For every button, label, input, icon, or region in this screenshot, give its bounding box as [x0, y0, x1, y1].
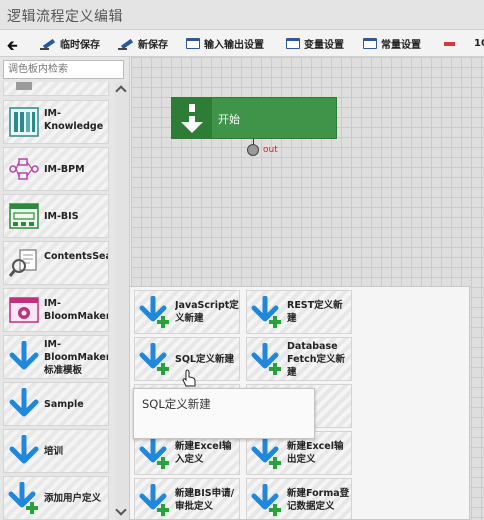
- palette-item-add-user-def[interactable]: 添加用户定义: [3, 476, 109, 520]
- tooltip: SQL定义新建: [133, 388, 315, 439]
- palette-item-im-bloommaker[interactable]: IM-BloomMaker: [3, 288, 109, 332]
- zoom-button[interactable]: 10: [474, 35, 484, 52]
- down-arrow-plus-icon: [251, 437, 281, 469]
- zoom-label: 10: [474, 38, 484, 49]
- template-label: 新建Excel输入定义: [175, 441, 232, 465]
- template-label: JavaScript定义新建: [175, 300, 239, 324]
- io-settings-label: 输入输出设置: [204, 40, 264, 51]
- template-forma[interactable]: 新建Forma登记数据定义: [246, 478, 352, 519]
- template-label: 新建BIS申请/审批定义: [175, 488, 235, 512]
- template-label: SQL定义新建: [175, 354, 234, 365]
- palette-sidebar: IM-Knowledge IM-BPM IM-BIS Conte: [0, 57, 130, 520]
- new-save-button[interactable]: 新保存: [118, 35, 168, 52]
- title-bar: 逻辑流程定义编辑: [0, 0, 484, 30]
- hand-cursor-icon: [182, 369, 196, 387]
- template-label: 新建Forma登记数据定义: [287, 488, 350, 512]
- down-arrow-icon: [9, 435, 39, 464]
- template-bis-request[interactable]: 新建BIS申请/审批定义: [134, 478, 240, 519]
- var-settings-label: 变量设置: [304, 40, 344, 51]
- out-port-label: out: [263, 145, 278, 155]
- down-arrow-plus-icon: [139, 437, 169, 469]
- down-arrow-icon: [9, 341, 39, 370]
- down-arrow-plus-icon: [139, 484, 169, 516]
- template-javascript[interactable]: JavaScript定义新建: [134, 290, 240, 334]
- book-icon: [9, 107, 39, 137]
- window-icon: [186, 38, 200, 49]
- palette-item-label: Sample: [44, 399, 84, 410]
- palette-item-partial[interactable]: [3, 82, 109, 96]
- search-doc-icon: [8, 249, 37, 277]
- template-database-fetch[interactable]: Database Fetch定义新建: [246, 337, 352, 381]
- palette-item-im-bis[interactable]: IM-BIS: [3, 194, 109, 238]
- const-settings-label: 常量设置: [381, 40, 421, 51]
- tooltip-text: SQL定义新建: [142, 397, 211, 411]
- start-node-label: 开始: [218, 113, 240, 126]
- temp-save-button[interactable]: 临时保存: [40, 35, 100, 52]
- template-label: 新建Excel输出定义: [287, 441, 344, 465]
- palette-item-label: IM-BloomMaker: [44, 298, 108, 322]
- palette-item-training[interactable]: 培训: [3, 429, 109, 473]
- bpm-icon: [9, 158, 39, 180]
- palette-item-label: IM-BIS: [44, 211, 79, 222]
- palette-item-im-knowledge[interactable]: IM-Knowledge: [3, 100, 109, 144]
- palette-item-label: IM-BloomMaker标准模板: [44, 339, 108, 376]
- out-port[interactable]: [247, 144, 259, 156]
- delete-button[interactable]: [444, 35, 459, 52]
- minus-icon: [444, 41, 455, 46]
- window-icon: [363, 38, 377, 49]
- new-save-label: 新保存: [138, 40, 168, 51]
- doc-icon: [16, 82, 32, 90]
- palette-scrollbar[interactable]: [115, 82, 129, 520]
- start-down-arrow-icon: [172, 98, 212, 138]
- const-settings-button[interactable]: 常量设置: [363, 35, 421, 52]
- palette-item-label: 添加用户定义: [44, 493, 102, 504]
- io-settings-button[interactable]: 输入输出设置: [186, 35, 264, 52]
- palette-item-bloommaker-template[interactable]: IM-BloomMaker标准模板: [3, 335, 109, 379]
- down-arrow-plus-icon: [8, 482, 38, 514]
- palette-item-label: IM-Knowledge: [44, 108, 104, 132]
- down-arrow-plus-icon: [139, 296, 169, 328]
- temp-save-label: 临时保存: [60, 40, 100, 51]
- back-arrow-icon[interactable]: 🡰: [7, 37, 18, 59]
- down-arrow-plus-icon: [251, 343, 281, 375]
- palette-item-contentssearch[interactable]: ContentsSearch: [3, 241, 109, 285]
- palette-item-label: IM-BPM: [44, 164, 85, 175]
- chevron-down-icon[interactable]: [115, 504, 127, 516]
- down-arrow-plus-icon: [251, 484, 281, 516]
- chevron-up-icon[interactable]: [115, 85, 127, 97]
- template-rest[interactable]: REST定义新建: [246, 290, 352, 334]
- palette-item-sample[interactable]: Sample: [3, 382, 109, 426]
- down-arrow-plus-icon: [251, 296, 281, 328]
- down-arrow-plus-icon: [139, 343, 169, 375]
- pen-icon: [40, 38, 56, 50]
- palette-item-im-bpm[interactable]: IM-BPM: [3, 147, 109, 191]
- template-label: Database Fetch定义新建: [287, 341, 345, 378]
- bloommaker-icon: [9, 297, 39, 323]
- bis-icon: [9, 203, 39, 229]
- down-arrow-icon: [9, 388, 39, 417]
- window-title: 逻辑流程定义编辑: [7, 9, 123, 25]
- toolbar: 🡰 临时保存 新保存 输入输出设置 变量设置 常量设置 10: [0, 30, 484, 57]
- palette-item-label: ContentsSearch: [44, 251, 108, 262]
- template-label: REST定义新建: [287, 300, 343, 324]
- var-settings-button[interactable]: 变量设置: [286, 35, 344, 52]
- window-icon: [286, 38, 300, 49]
- start-node[interactable]: 开始: [171, 97, 337, 139]
- palette-item-label: 培训: [44, 446, 64, 457]
- pen-icon: [118, 38, 134, 50]
